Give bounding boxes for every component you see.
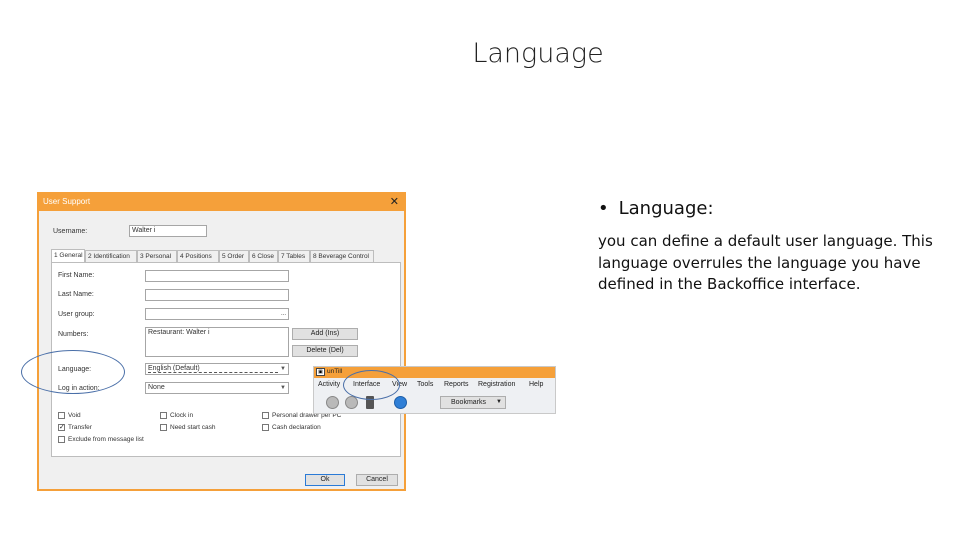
numbers-label: Numbers: (58, 331, 89, 338)
exclude-message-checkbox[interactable] (58, 436, 65, 443)
last-name-label: Last Name: (58, 291, 94, 298)
slide-title: Language (472, 38, 604, 69)
void-checkbox-label: Void (68, 412, 81, 419)
login-action-value: None (148, 384, 165, 391)
cash-declaration-checkbox[interactable] (262, 424, 269, 431)
app-icon: ▣ (316, 368, 325, 376)
tab-beverage-control[interactable]: 8 Beverage Control (310, 250, 374, 262)
exclude-message-checkbox-label: Exclude from message list (68, 436, 144, 443)
bookmarks-button[interactable]: Bookmarks ▼ (440, 396, 506, 409)
clock-in-checkbox[interactable] (160, 412, 167, 419)
bullet-block: • Language: you can define a default user… (598, 198, 943, 296)
tab-identification[interactable]: 2 Identification (85, 250, 137, 262)
close-icon[interactable]: ✕ (390, 195, 399, 208)
dialog-titlebar: User Support ✕ (39, 194, 404, 211)
username-input[interactable]: Walter i (129, 225, 207, 237)
last-name-input[interactable] (145, 289, 289, 301)
language-value: English (Default) (148, 365, 200, 372)
tab-positions[interactable]: 4 Positions (177, 250, 219, 262)
bullet-heading: • Language: (598, 198, 943, 219)
cancel-button[interactable]: Cancel (356, 474, 398, 486)
menu-item-registration[interactable]: Registration (478, 381, 515, 388)
menu-item-reports[interactable]: Reports (444, 381, 469, 388)
username-label: Username: (53, 228, 88, 235)
need-start-cash-checkbox-label: Need start cash (170, 424, 216, 431)
transfer-checkbox-label: Transfer (68, 424, 92, 431)
menu-item-help[interactable]: Help (529, 381, 543, 388)
interface-highlight-oval (343, 370, 400, 400)
login-action-select[interactable]: None ▼ (145, 382, 289, 394)
first-name-label: First Name: (58, 272, 95, 279)
tab-personal[interactable]: 3 Personal (137, 250, 177, 262)
cash-declaration-checkbox-label: Cash declaration (272, 424, 321, 431)
menu-item-tools[interactable]: Tools (417, 381, 433, 388)
chevron-down-icon: ▼ (280, 366, 286, 372)
back-icon[interactable] (326, 396, 339, 409)
numbers-list[interactable]: Restaurant: Walter i (145, 327, 289, 357)
clock-in-checkbox-label: Clock in (170, 412, 194, 419)
menu-item-activity[interactable]: Activity (318, 381, 340, 388)
menu-app-title: unTill (327, 368, 343, 375)
user-group-input[interactable]: ... (145, 308, 289, 320)
tab-order[interactable]: 5 Order (219, 250, 249, 262)
focus-underline (148, 372, 278, 373)
toolbar: Bookmarks ▼ (314, 393, 555, 413)
chevron-down-icon: ▼ (280, 385, 286, 391)
user-dialog: User Support ✕ Username: Walter i 1 Gene… (37, 192, 406, 491)
bullet-body: you can define a default user language. … (598, 232, 933, 293)
void-checkbox[interactable] (58, 412, 65, 419)
need-start-cash-checkbox[interactable] (160, 424, 167, 431)
chevron-down-icon: ▼ (496, 399, 502, 405)
user-group-browse-button[interactable]: ... (281, 309, 286, 319)
dialog-title: User Support (43, 197, 91, 206)
tab-general[interactable]: 1 General (51, 249, 85, 262)
bullet-text: Language: (618, 198, 714, 219)
delete-number-button[interactable]: Delete (Del) (292, 345, 358, 357)
transfer-checkbox[interactable]: ✓ (58, 424, 65, 431)
tab-tables[interactable]: 7 Tables (278, 250, 310, 262)
language-select[interactable]: English (Default) ▼ (145, 363, 289, 375)
user-group-label: User group: (58, 311, 95, 318)
play-icon[interactable] (394, 396, 407, 409)
ok-button[interactable]: Ok (305, 474, 345, 486)
language-highlight-oval (21, 350, 125, 394)
forward-icon[interactable] (345, 396, 358, 409)
bullet-dot-icon: • (598, 198, 609, 219)
bookmarks-label: Bookmarks (451, 399, 487, 406)
first-name-input[interactable] (145, 270, 289, 282)
add-number-button[interactable]: Add (Ins) (292, 328, 358, 340)
tab-close[interactable]: 6 Close (249, 250, 278, 262)
personal-drawer-checkbox[interactable] (262, 412, 269, 419)
